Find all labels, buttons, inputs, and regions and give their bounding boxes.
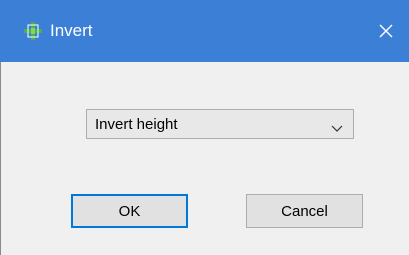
app-plugin-icon [24,22,42,40]
cancel-button[interactable]: Cancel [246,194,363,228]
invert-dialog: Invert Invert height OK Cancel [0,0,409,255]
dropdown-selected-value: Invert height [95,116,178,133]
close-icon [379,24,393,38]
close-button[interactable] [363,0,409,62]
window-border [0,62,1,255]
chevron-down-icon [331,120,343,132]
title-bar[interactable]: Invert [0,0,409,62]
ok-button[interactable]: OK [71,194,188,228]
invert-mode-dropdown[interactable]: Invert height [86,109,354,139]
dialog-body: Invert height OK Cancel [0,62,409,255]
window-title: Invert [50,21,93,40]
